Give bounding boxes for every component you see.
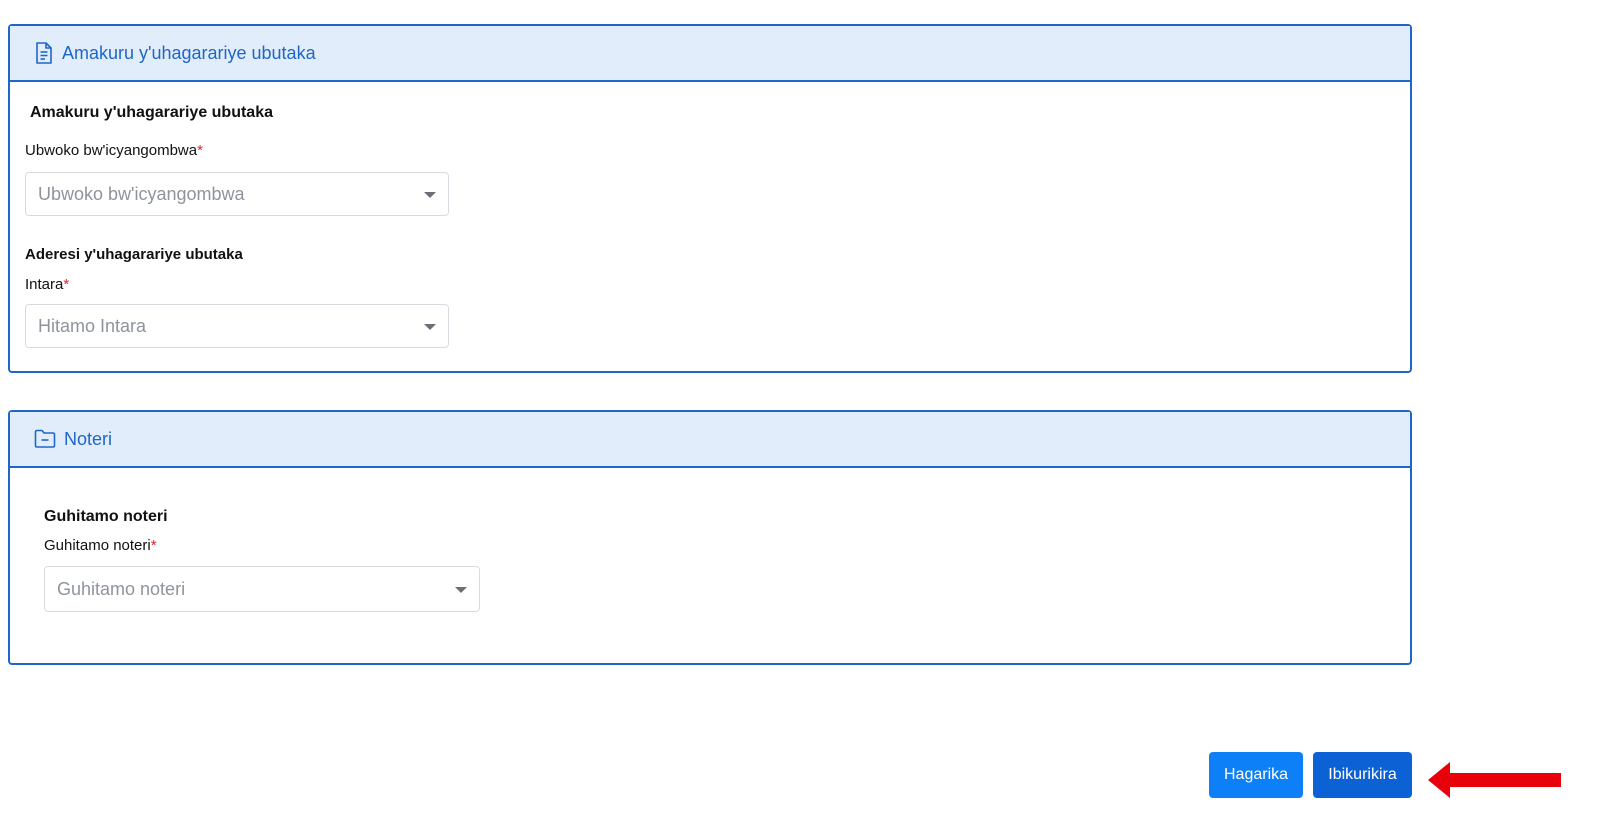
applicant-section-title: Amakuru y'uhagarariye ubutaka bbox=[30, 104, 273, 121]
notary-panel: Noteri Guhitamo noteri Guhitamo noteri* … bbox=[8, 410, 1412, 665]
folder-minus-icon bbox=[34, 429, 56, 449]
document-type-select[interactable]: Ubwoko bw'icyangombwa bbox=[25, 172, 449, 216]
left-arrow-icon bbox=[1428, 760, 1562, 805]
required-marker: * bbox=[150, 537, 157, 554]
document-type-label-text: Ubwoko bw'icyangombwa bbox=[25, 142, 198, 159]
page: Amakuru y'uhagarariye ubutaka Amakuru y'… bbox=[0, 0, 1600, 837]
chevron-down-icon bbox=[424, 324, 436, 330]
province-placeholder: Hitamo Intara bbox=[38, 315, 147, 336]
province-select[interactable]: Hitamo Intara bbox=[25, 304, 449, 348]
notary-label-text: Guhitamo noteri bbox=[44, 537, 151, 554]
address-section-title: Aderesi y'uhagarariye ubutaka bbox=[25, 246, 243, 263]
notary-panel-title: Noteri bbox=[64, 428, 113, 449]
chevron-down-icon bbox=[455, 587, 467, 593]
notary-section-title: Guhitamo noteri bbox=[44, 508, 168, 525]
applicant-panel-title: Amakuru y'uhagarariye ubutaka bbox=[62, 42, 316, 63]
required-marker: * bbox=[63, 276, 70, 293]
document-icon bbox=[34, 42, 54, 64]
notary-placeholder: Guhitamo noteri bbox=[57, 578, 186, 599]
province-label-text: Intara bbox=[25, 276, 64, 293]
next-button[interactable]: Ibikurikira bbox=[1313, 752, 1412, 798]
notary-select[interactable]: Guhitamo noteri bbox=[44, 566, 480, 612]
notary-label: Guhitamo noteri* bbox=[44, 537, 157, 554]
chevron-down-icon bbox=[424, 192, 436, 198]
notary-panel-header: Noteri bbox=[10, 412, 1410, 468]
province-label: Intara* bbox=[25, 276, 69, 293]
cancel-button[interactable]: Hagarika bbox=[1209, 752, 1303, 798]
applicant-panel: Amakuru y'uhagarariye ubutaka Amakuru y'… bbox=[8, 24, 1412, 373]
document-type-label: Ubwoko bw'icyangombwa* bbox=[25, 142, 203, 159]
document-type-placeholder: Ubwoko bw'icyangombwa bbox=[38, 183, 245, 204]
applicant-panel-header: Amakuru y'uhagarariye ubutaka bbox=[10, 26, 1410, 82]
required-marker: * bbox=[197, 142, 203, 159]
